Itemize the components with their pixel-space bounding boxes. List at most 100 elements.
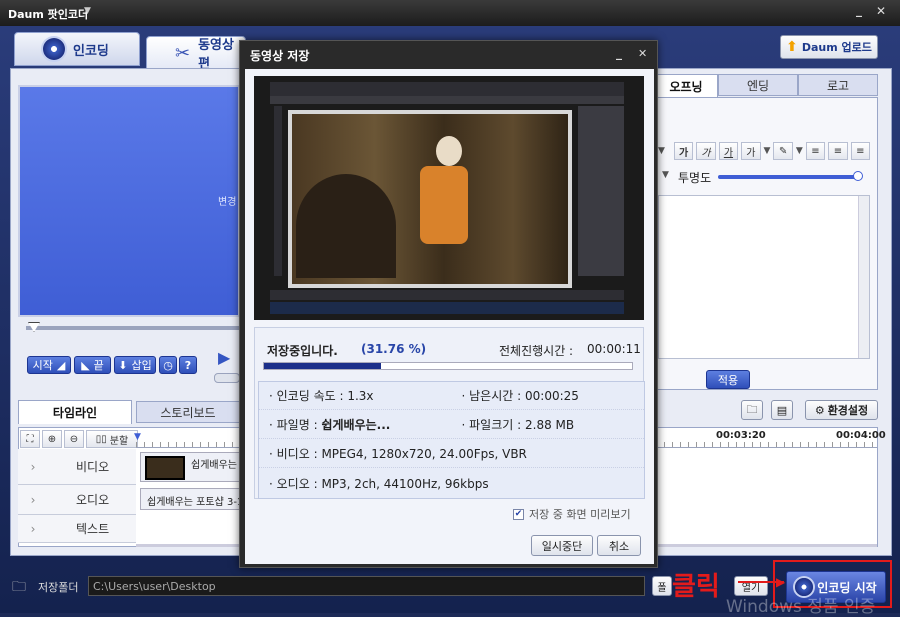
mark-end-button[interactable]: ◣ 끝 (74, 356, 111, 374)
gear-icon: ⚙ (814, 403, 825, 417)
tab-storyboard[interactable]: 스토리보드 (136, 401, 240, 423)
dialog-title: 동영상 저장 (250, 49, 310, 63)
change-folder-button[interactable]: 폴 (652, 576, 672, 596)
split-button[interactable]: ▯▯ 분할 (86, 430, 138, 448)
track-video[interactable]: › 비디오 (18, 449, 136, 485)
triangle-icon: ◢ (56, 358, 66, 372)
save-dialog: 동영상 저장 _ ✕ 저장중입니다. (31.76 %) 전체진행시간 : 00… (239, 40, 658, 568)
preview-photo (292, 114, 568, 284)
text-area-scrollbar[interactable] (858, 196, 869, 358)
video-clip-label: 쉽게배우는 (191, 460, 237, 471)
daum-upload-button[interactable]: ⬆ Daum 업로드 (780, 35, 878, 59)
track-label: 텍스트 (76, 522, 110, 536)
opening-text-area[interactable] (658, 195, 870, 359)
timeline-toolbar: ⛶ ⊕ ⊖ ▯▯ 분할 (20, 430, 138, 448)
fit-icon[interactable]: ⛶ (20, 430, 40, 448)
remaining-label: 남은시간 : (469, 389, 522, 403)
video-label: 비디오 : (276, 447, 318, 461)
app-menu-arrow-icon[interactable]: ▼ (84, 6, 91, 16)
app-title: Daum 팟인코더 (8, 8, 89, 21)
total-time-label: 전체진행시간 : (499, 344, 574, 358)
underline-button[interactable]: 가 (718, 142, 739, 160)
video-value: MPEG4, 1280x720, 24.00Fps, VBR (321, 447, 527, 461)
shadow-button[interactable]: 가 (741, 142, 761, 160)
info-row: · 오디오 : MP3, 2ch, 44100Hz, 96kbps (259, 469, 644, 497)
cancel-button[interactable]: 취소 (597, 535, 641, 556)
size-dropdown-icon[interactable]: ▼ (662, 170, 669, 180)
info-row: · 인코딩 속도 : 1.3x · 남은시간 : 00:00:25 (259, 382, 644, 410)
zoom-out-icon[interactable]: ⊖ (64, 430, 84, 448)
remaining-value: 00:00:25 (525, 389, 579, 403)
video-clip[interactable]: 쉽게배우는 (140, 452, 240, 482)
filesize-value: 2.88 MB (525, 418, 575, 432)
mark-start-button[interactable]: 시작 ◢ (27, 356, 71, 374)
color-dropdown-icon[interactable]: ▼ (796, 146, 803, 156)
tab-ending[interactable]: 엔딩 (718, 74, 798, 96)
info-cell: · 파일명 : 쉽게배우는... (269, 418, 391, 432)
track-audio[interactable]: › 오디오 (18, 485, 136, 515)
shadow-dropdown-icon[interactable]: ▼ (764, 146, 771, 156)
tab-video-edit[interactable]: ✂ 동영상 편 (146, 36, 246, 72)
preview-taskbar (270, 302, 624, 314)
preview-checkbox[interactable]: ✔ (513, 508, 524, 520)
video-preview (254, 76, 644, 320)
seek-bar[interactable] (26, 326, 240, 330)
audio-clip[interactable]: 쉽게배우는 포토샵 3-1 (140, 488, 240, 510)
info-cell: · 인코딩 속도 : 1.3x (269, 389, 374, 403)
play-icon[interactable]: ▶ (218, 348, 230, 367)
align-left-icon[interactable]: ≡ (805, 142, 826, 160)
insert-label: 삽입 (131, 359, 152, 372)
split-label: 분할 (109, 435, 129, 447)
title-bar: Daum 팟인코더 ▼ _ ✕ (0, 0, 900, 26)
save-disk-icon[interactable]: ▤ (771, 400, 793, 420)
save-folder-label: 저장폴더 (38, 581, 79, 594)
close-icon[interactable]: ✕ (876, 4, 886, 18)
film-reel-icon (43, 38, 65, 60)
align-right-icon[interactable]: ≡ (850, 142, 871, 160)
dialog-minimize-icon[interactable]: _ (616, 46, 622, 60)
tab-timeline[interactable]: 타임라인 (18, 400, 132, 424)
preview-barrel (296, 174, 396, 278)
preview-checkbox-row[interactable]: ✔ 저장 중 화면 미리보기 (513, 506, 631, 522)
align-center-icon[interactable]: ≡ (828, 142, 848, 160)
italic-button[interactable]: 가 (696, 142, 716, 160)
tab-encoding[interactable]: 인코딩 (14, 32, 140, 66)
info-cell: · 파일크기 : 2.88 MB (461, 418, 575, 432)
playhead-icon[interactable]: ▼ (134, 432, 141, 442)
tab-opening[interactable]: 오프닝 (654, 74, 718, 98)
settings-label: 환경설정 (827, 404, 869, 417)
settings-button[interactable]: ⚙ 환경설정 (805, 400, 878, 420)
clock-icon[interactable]: ◷ (159, 356, 177, 374)
save-folder-path[interactable]: C:\Users\user\Desktop (88, 576, 645, 596)
info-row: · 비디오 : MPEG4, 1280x720, 24.00Fps, VBR (259, 440, 644, 468)
bold-button[interactable]: 가 (673, 142, 694, 160)
volume-slider[interactable] (214, 373, 240, 383)
audio-label: 오디오 : (276, 476, 318, 491)
audio-value: MP3, 2ch, 44100Hz, 96kbps (321, 476, 489, 491)
info-cell: · 비디오 : MPEG4, 1280x720, 24.00Fps, VBR (269, 447, 527, 461)
progress-fill (264, 363, 381, 369)
scissors-icon: ✂ (175, 42, 191, 64)
zoom-in-icon[interactable]: ⊕ (42, 430, 62, 448)
pause-button[interactable]: 일시중단 (531, 535, 593, 556)
tab-logo[interactable]: 로고 (798, 74, 878, 96)
annotation-click-text: 클릭 (672, 572, 720, 602)
transparency-handle[interactable] (853, 171, 863, 181)
tab-video-edit-label: 동영상 편 (198, 38, 234, 72)
tab-encoding-label: 인코딩 (73, 43, 109, 59)
preview-head (436, 136, 462, 166)
apply-button[interactable]: 적용 (706, 370, 750, 389)
insert-button[interactable]: ⬇ 삽입 (114, 356, 156, 374)
text-color-icon[interactable]: ✎ (773, 142, 793, 160)
transparency-slider[interactable] (718, 175, 858, 179)
folder-icon[interactable]: 🗀 (741, 400, 763, 420)
minimize-icon[interactable]: _ (856, 3, 862, 17)
filename-label: 파일명 : (276, 418, 318, 432)
dialog-close-icon[interactable]: ✕ (638, 47, 647, 60)
daum-upload-label: Daum 업로드 (801, 41, 872, 54)
help-icon[interactable]: ? (179, 356, 197, 374)
filesize-label: 파일크기 : (469, 418, 522, 432)
progress-percent: (31.76 %) (361, 342, 427, 356)
track-text[interactable]: › 텍스트 (18, 515, 136, 543)
font-dropdown-arrow-icon[interactable]: ▼ (658, 146, 665, 156)
